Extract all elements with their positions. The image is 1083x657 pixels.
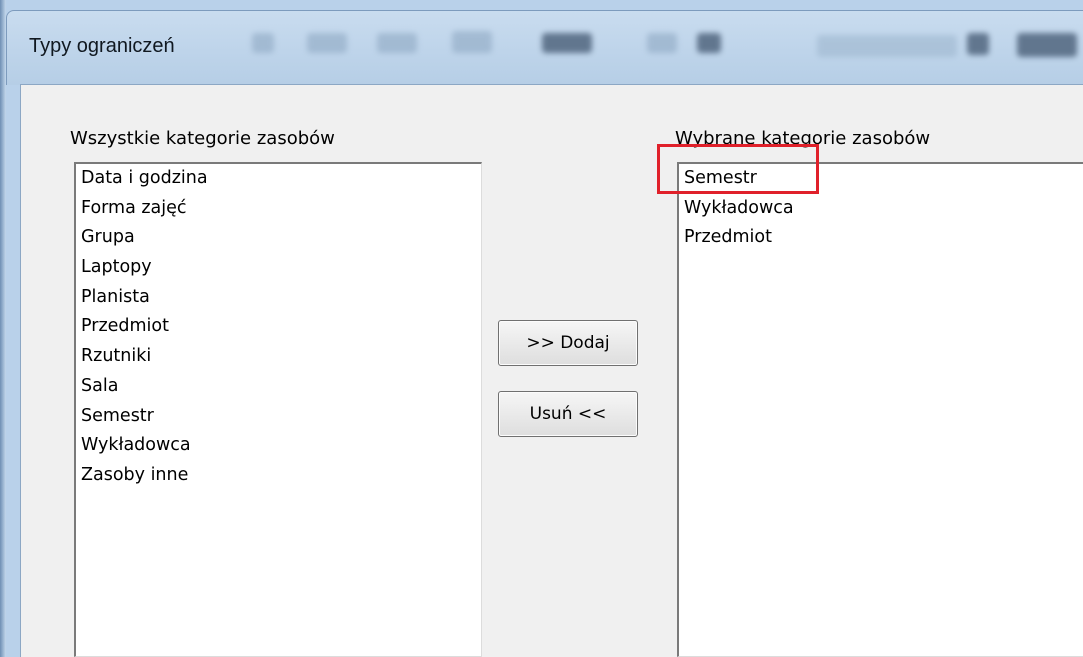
list-item[interactable]: Forma zajęć — [76, 194, 481, 224]
list-item[interactable]: Rzutniki — [76, 342, 481, 372]
window-title: Typy ograniczeń — [29, 35, 175, 57]
list-item[interactable]: Semestr — [76, 402, 481, 432]
list-item[interactable]: Przedmiot — [679, 223, 1083, 253]
background-ghost — [377, 33, 417, 53]
list-item[interactable]: Wykładowca — [679, 194, 1083, 224]
highlight-annotation-box — [657, 144, 819, 194]
background-ghost — [252, 33, 274, 53]
list-item[interactable]: Planista — [76, 283, 481, 313]
list-item[interactable]: Wykładowca — [76, 431, 481, 461]
background-ghost — [542, 33, 592, 53]
background-ghost — [817, 35, 957, 57]
add-button[interactable]: >> Dodaj — [498, 320, 638, 366]
dialog-window: Typy ograniczeń Wszystkie kategorie zaso… — [0, 0, 1083, 657]
available-categories-label: Wszystkie kategorie zasobów — [70, 128, 335, 149]
available-categories-listbox[interactable]: Data i godzina Forma zajęć Grupa Laptopy Pla… — [74, 162, 482, 657]
list-item[interactable]: Zasoby inne — [76, 461, 481, 491]
window-frame — [0, 0, 6, 657]
list-item[interactable]: Sala — [76, 372, 481, 402]
list-item[interactable]: Grupa — [76, 223, 481, 253]
remove-button[interactable]: Usuń << — [498, 391, 638, 437]
background-ghost — [307, 33, 347, 53]
list-item[interactable]: Laptopy — [76, 253, 481, 283]
selected-categories-listbox[interactable]: Semestr Wykładowca Przedmiot — [677, 162, 1083, 657]
background-ghost — [697, 33, 721, 53]
background-ghost — [452, 31, 492, 53]
list-item[interactable]: Data i godzina — [76, 164, 481, 194]
background-ghost — [967, 33, 989, 55]
background-ghost — [1017, 33, 1077, 57]
list-item[interactable]: Przedmiot — [76, 312, 481, 342]
background-ghost — [647, 33, 677, 53]
title-bar[interactable]: Typy ograniczeń — [6, 10, 1083, 85]
